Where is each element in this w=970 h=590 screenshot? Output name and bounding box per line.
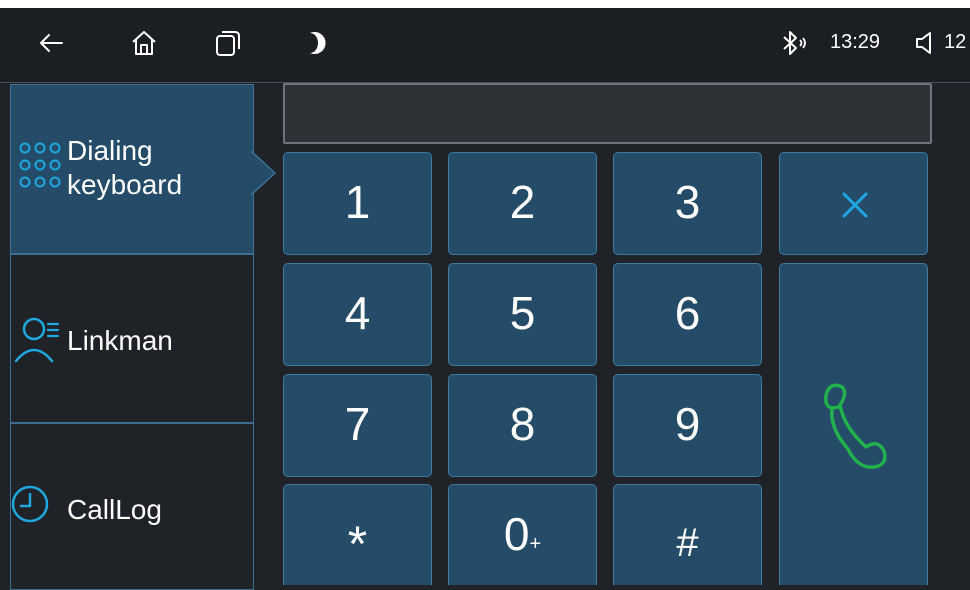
status-bar: 13:29 12	[0, 8, 970, 83]
contacts-icon	[14, 317, 60, 363]
key-9[interactable]: 9	[613, 374, 762, 477]
top-frame	[0, 0, 970, 8]
key-7[interactable]: 7	[283, 374, 432, 477]
recent-apps-icon[interactable]	[213, 28, 243, 58]
sidebar-item-label: Linkman	[67, 325, 173, 356]
key-label: *	[347, 516, 368, 572]
key-label: #	[676, 521, 699, 565]
clock-icon	[11, 485, 49, 523]
sidebar-item-linkman[interactable]: Linkman	[10, 254, 254, 423]
sidebar-item-dialing-keyboard[interactable]: Dialing keyboard	[10, 84, 254, 254]
key-4[interactable]: 4	[283, 263, 432, 366]
volume-icon[interactable]	[912, 28, 942, 58]
key-2[interactable]: 2	[448, 152, 597, 255]
key-label: 8	[509, 398, 536, 450]
key-star[interactable]: *	[283, 484, 432, 585]
key-label: 4	[344, 287, 371, 339]
key-label: 2	[509, 176, 536, 228]
key-label: 7	[344, 398, 371, 450]
close-icon	[842, 192, 868, 218]
key-hash[interactable]: #	[613, 484, 762, 585]
sidebar-item-calllog[interactable]: CallLog	[10, 423, 254, 590]
key-5[interactable]: 5	[448, 263, 597, 366]
sidebar: Dialing keyboard Linkman CallLog	[10, 83, 277, 590]
phone-handset-icon	[824, 383, 887, 469]
bluetooth-icon	[783, 31, 806, 55]
key-label: 6	[674, 287, 701, 339]
key-label: 9	[674, 398, 701, 450]
key-1[interactable]: 1	[283, 152, 432, 255]
dialpad-icon	[19, 142, 61, 188]
key-label: 5	[509, 287, 536, 339]
key-8[interactable]: 8	[448, 374, 597, 477]
number-display[interactable]	[283, 83, 932, 144]
home-icon[interactable]	[129, 28, 159, 58]
sidebar-item-label: keyboard	[67, 169, 183, 200]
sidebar-item-label: CallLog	[67, 494, 162, 525]
key-label: 3	[674, 176, 701, 228]
delete-button[interactable]	[779, 152, 928, 255]
key-sublabel: +	[529, 533, 542, 555]
clock-time: 13:29	[830, 31, 881, 53]
sidebar-item-label: Dialing	[67, 135, 153, 166]
moon-icon[interactable]	[300, 28, 330, 58]
key-6[interactable]: 6	[613, 263, 762, 366]
active-tab-pointer	[251, 151, 277, 195]
call-button[interactable]	[779, 263, 928, 585]
back-arrow-icon[interactable]	[36, 28, 66, 58]
key-label: 1	[344, 176, 371, 228]
volume-level: 12	[944, 31, 967, 53]
key-0[interactable]: 0+	[448, 484, 597, 585]
key-3[interactable]: 3	[613, 152, 762, 255]
key-label: 0	[503, 508, 530, 560]
